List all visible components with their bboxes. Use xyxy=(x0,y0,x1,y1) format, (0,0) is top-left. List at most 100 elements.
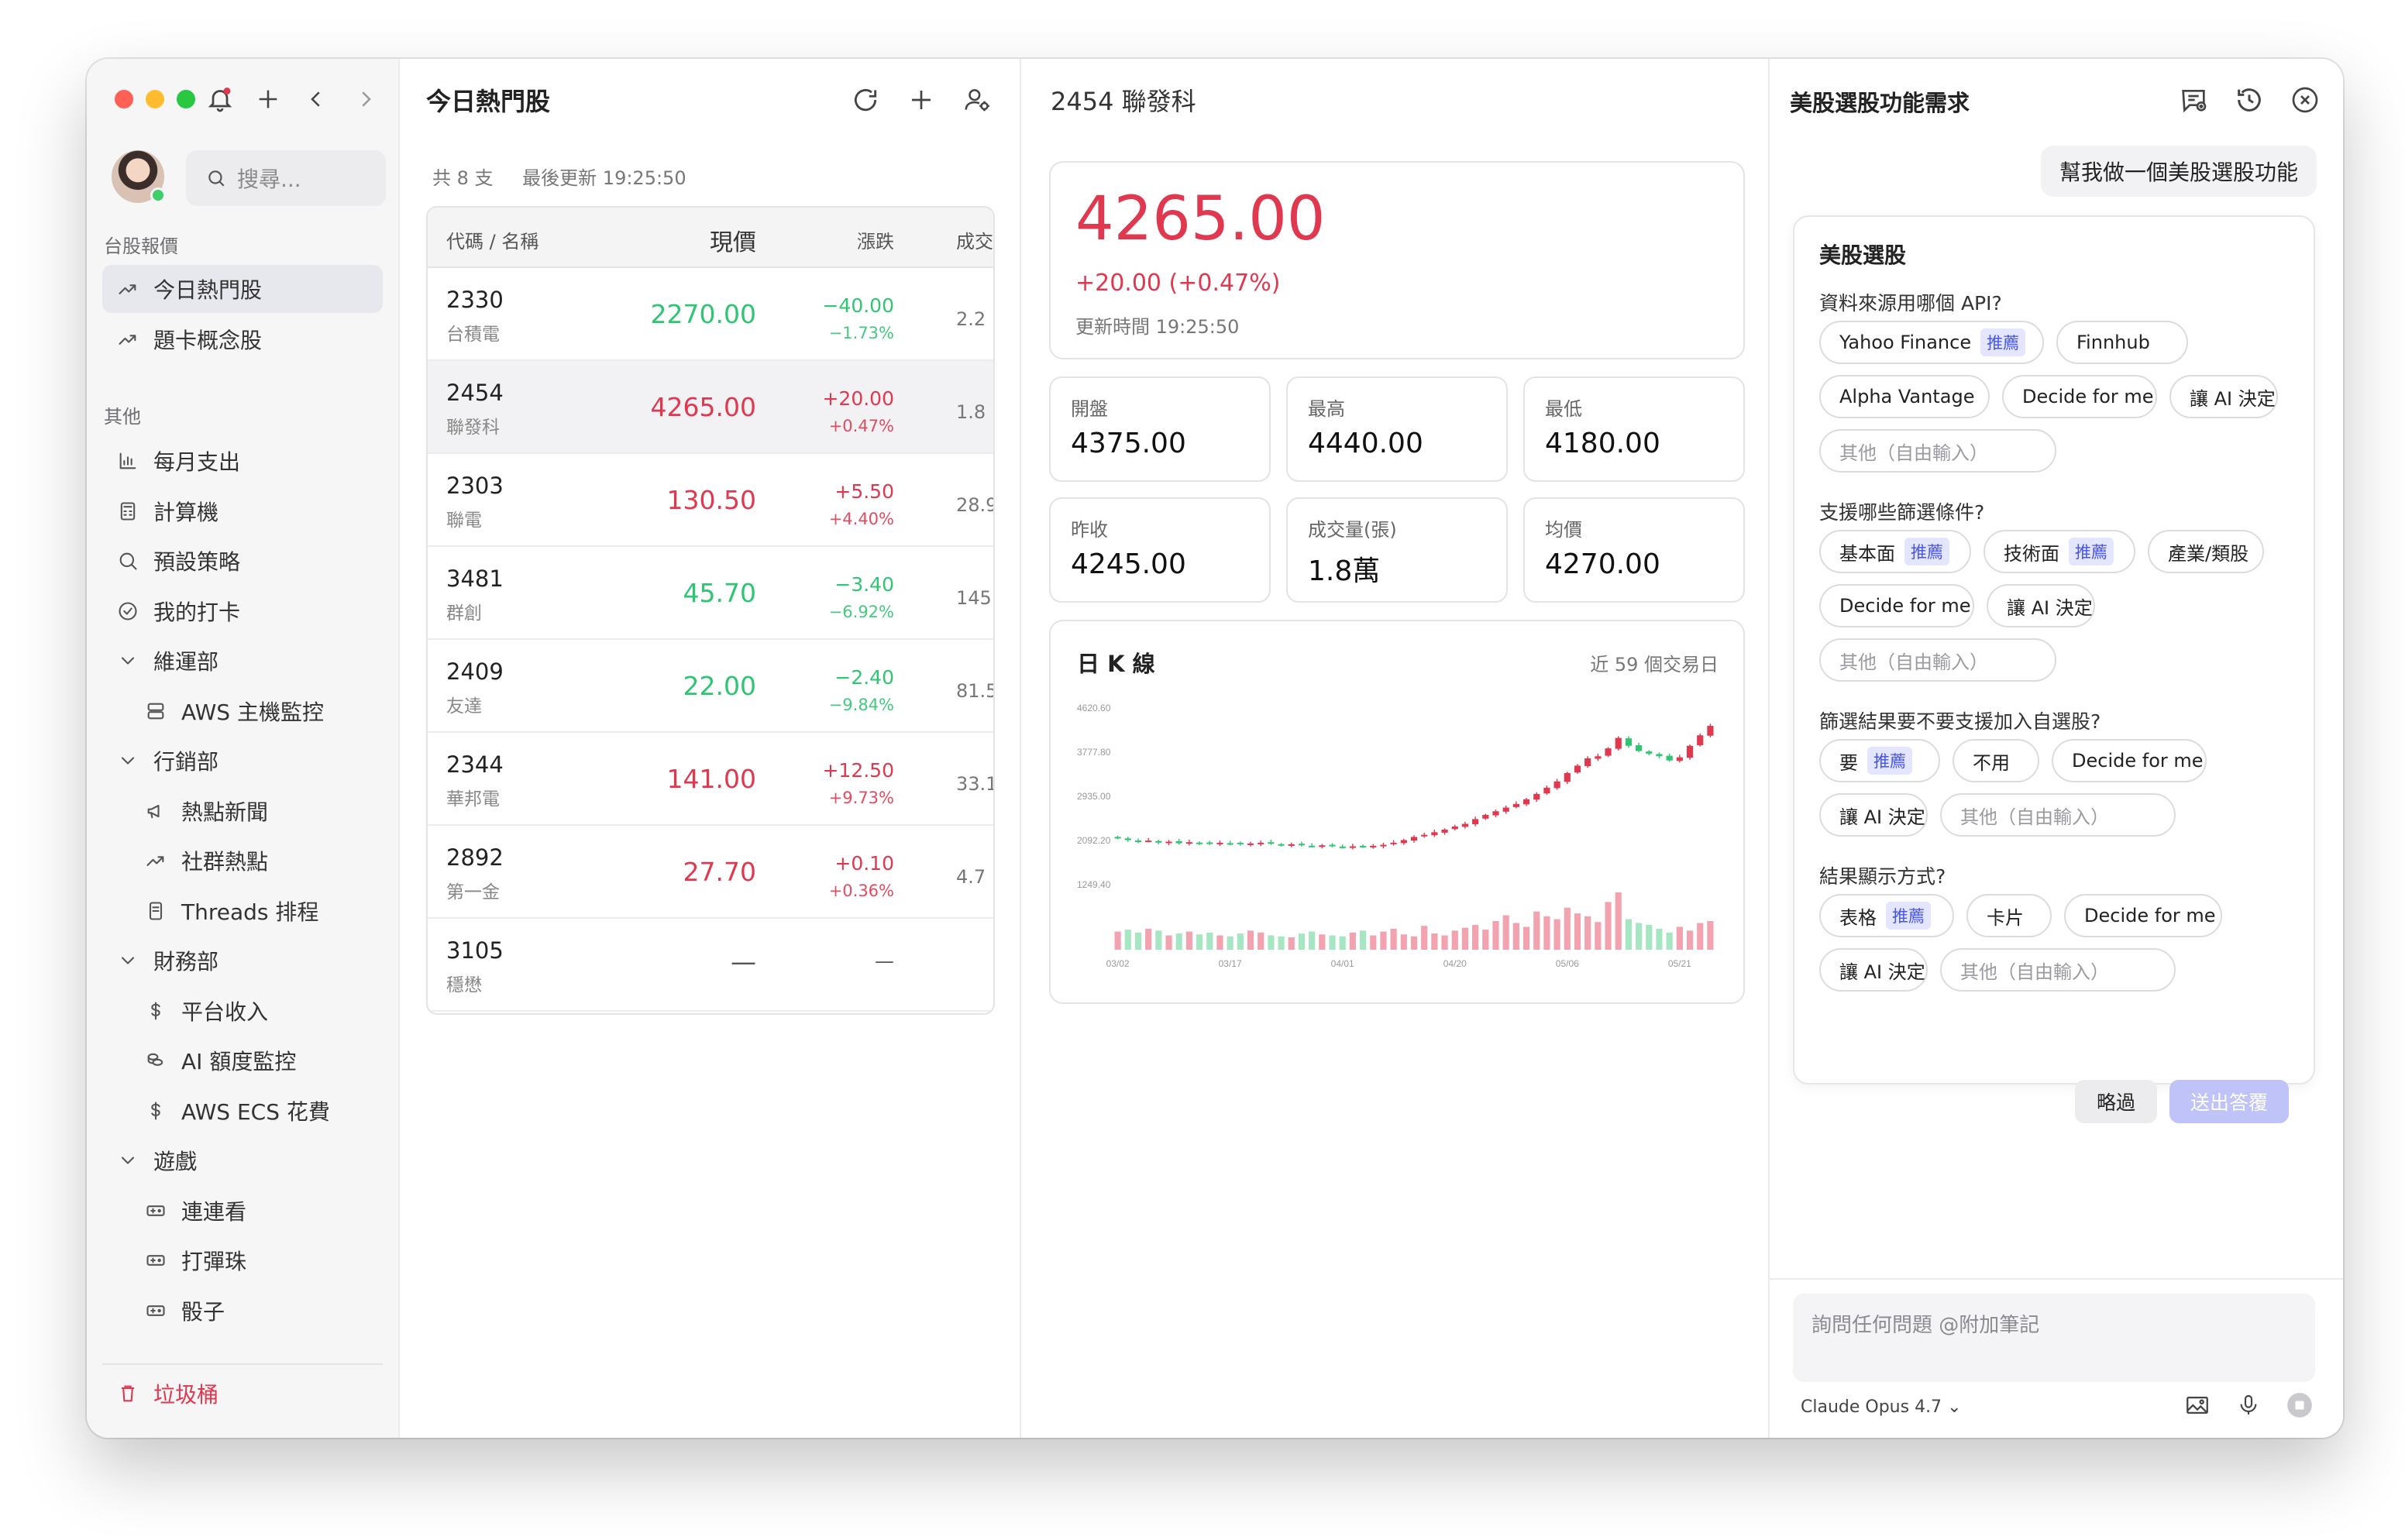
other-input[interactable]: 其他（自由輸入） xyxy=(1940,948,2176,992)
microphone-icon[interactable] xyxy=(2233,1390,2264,1421)
stock-volume: 33.1 xyxy=(956,773,995,795)
option-chip[interactable]: 技術面 推薦 xyxy=(1984,530,2135,573)
sidebar-item-trash[interactable]: 垃圾桶 xyxy=(102,1370,383,1418)
sidebar-item-items_other-5[interactable]: AWS 主機監控 xyxy=(102,687,383,735)
update-time: 更新時間 19:25:50 xyxy=(1075,316,1240,338)
sidebar-item-items_other-10[interactable]: 財務部 xyxy=(102,937,383,985)
candle-body xyxy=(1482,815,1489,819)
close-icon[interactable] xyxy=(2284,79,2326,121)
sidebar-item-items_other-15[interactable]: 連連看 xyxy=(102,1187,383,1235)
back-icon[interactable] xyxy=(296,79,336,119)
table-row[interactable]: 2344 華邦電 141.00 +12.50 +9.73% 33.1 xyxy=(428,733,993,826)
sidebar-item-items_other-9[interactable]: Threads 排程 xyxy=(102,887,383,935)
sidebar-item-items_other-12[interactable]: AI 額度監控 xyxy=(102,1036,383,1085)
header-change[interactable]: 漲跌 xyxy=(857,226,894,253)
volume-bar xyxy=(1697,923,1704,950)
volume-bar xyxy=(1543,916,1550,950)
other-input[interactable]: 其他（自由輸入） xyxy=(1819,638,2056,682)
table-row[interactable]: 2330 台積電 2270.00 −40.00 −1.73% 2.2 xyxy=(428,268,993,361)
x-tick-label: 03/02 xyxy=(1106,958,1130,969)
option-chip[interactable]: 讓 AI 決定 xyxy=(1987,584,2095,627)
sidebar-item-label: AWS 主機監控 xyxy=(181,699,324,725)
user-settings-icon[interactable] xyxy=(956,79,998,121)
stock-code: 2303 xyxy=(446,473,504,499)
close-window-button[interactable] xyxy=(115,90,133,108)
skip-button[interactable]: 略過 xyxy=(2075,1080,2157,1123)
sidebar-item-items_other-8[interactable]: 社群熱點 xyxy=(102,837,383,885)
question-label: 結果顯示方式? xyxy=(1819,865,1946,888)
sidebar-item-items_other-6[interactable]: 行銷部 xyxy=(102,737,383,785)
document-icon xyxy=(143,898,169,924)
candle-body xyxy=(1329,844,1336,847)
send-answer-button[interactable]: 送出答覆 xyxy=(2169,1080,2289,1123)
sidebar-item-items_other-11[interactable]: 平台收入 xyxy=(102,987,383,1035)
option-chip[interactable]: 產業/類股 xyxy=(2148,530,2264,573)
sidebar-item-items_other-7[interactable]: 熱點新聞 xyxy=(102,787,383,835)
table-row[interactable]: 3105 穩懋 — — xyxy=(428,919,993,1012)
kline-chart[interactable]: 4620.60 3777.80 2935.00 2092.20 1249.40 03/02… xyxy=(1051,621,1746,1005)
bell-icon[interactable] xyxy=(200,79,240,119)
header-price[interactable]: 現價 xyxy=(710,223,756,257)
header-code[interactable]: 代碼 / 名稱 xyxy=(446,226,538,253)
sidebar-item-items_other-17[interactable]: 骰子 xyxy=(102,1287,383,1335)
option-chip[interactable]: 讓 AI 決定 xyxy=(1819,948,1928,992)
stock-code: 2454 xyxy=(446,380,504,406)
option-chip[interactable]: 讓 AI 決定 xyxy=(1819,793,1928,837)
table-row[interactable]: 2454 聯發科 4265.00 +20.00 +0.47% 1.8 xyxy=(428,361,993,454)
header-volume[interactable]: 成交 xyxy=(956,226,993,253)
candle-body xyxy=(1595,756,1602,759)
sidebar-item-items_other-16[interactable]: 打彈珠 xyxy=(102,1236,383,1284)
option-label: Decide for me xyxy=(2072,750,2204,772)
option-chip[interactable]: Finnhub xyxy=(2056,321,2188,364)
volume-bar xyxy=(1124,930,1131,950)
table-row[interactable]: 2409 友達 22.00 −2.40 −9.84% 81.5 xyxy=(428,640,993,733)
option-chip[interactable]: Yahoo Finance 推薦 xyxy=(1819,321,2044,364)
image-icon[interactable] xyxy=(2182,1390,2213,1421)
forward-icon[interactable] xyxy=(346,79,386,119)
chat-input[interactable]: 詢問任何問題 @附加筆記 xyxy=(1793,1294,2315,1382)
stock-volume: 145.2 xyxy=(956,587,993,609)
sidebar-item-items_other-3[interactable]: 我的打卡 xyxy=(102,587,383,635)
stat-card: 均價 4270.00 xyxy=(1523,497,1745,603)
sidebar-item-items_other-4[interactable]: 維運部 xyxy=(102,637,383,685)
option-chip[interactable]: 卡片 xyxy=(1966,894,2052,937)
candle-body xyxy=(1533,793,1540,800)
option-chip[interactable]: Decide for me xyxy=(2064,894,2222,937)
refresh-icon[interactable] xyxy=(845,79,886,121)
stop-icon[interactable] xyxy=(2284,1390,2315,1421)
sidebar-item-items_other-14[interactable]: 遊戲 xyxy=(102,1136,383,1184)
sidebar-item-items_other-0[interactable]: 每月支出 xyxy=(102,437,383,485)
sidebar-item-label: Threads 排程 xyxy=(181,899,319,925)
search-input[interactable]: 搜尋... xyxy=(186,150,386,206)
minimize-window-button[interactable] xyxy=(146,90,164,108)
sidebar-item-items_other-13[interactable]: AWS ECS 花費 xyxy=(102,1087,383,1135)
option-chip[interactable]: Decide for me xyxy=(2052,739,2207,782)
option-chip[interactable]: 要推薦 xyxy=(1819,739,1940,782)
option-chip[interactable]: Decide for me xyxy=(2002,375,2157,418)
recommended-badge: 推薦 xyxy=(1980,328,2026,356)
model-selector[interactable]: Claude Opus 4.7 ⌄ xyxy=(1801,1397,1962,1417)
history-icon[interactable] xyxy=(2228,79,2270,121)
option-chip[interactable]: 不用 xyxy=(1953,739,2039,782)
other-input[interactable]: 其他（自由輸入） xyxy=(1819,429,2056,473)
option-chip[interactable]: 表格 推薦 xyxy=(1819,894,1954,937)
sidebar-item-items_other-1[interactable]: 計算機 xyxy=(102,487,383,535)
new-chat-icon[interactable] xyxy=(2173,79,2214,121)
option-chip[interactable]: 讓 AI 決定 xyxy=(2169,375,2278,418)
plus-icon[interactable] xyxy=(248,79,288,119)
sidebar-item-items_other-2[interactable]: 預設策略 xyxy=(102,537,383,585)
table-row[interactable]: 3481 群創 45.70 −3.40 −6.92% 145.2 xyxy=(428,547,993,640)
volume-bar xyxy=(1707,921,1714,950)
chevron-down-icon xyxy=(115,748,141,774)
sidebar-item-items_quotes-0[interactable]: 今日熱門股 xyxy=(102,265,383,313)
zoom-window-button[interactable] xyxy=(177,90,195,108)
option-chip[interactable]: 基本面 推薦 xyxy=(1819,530,1971,573)
other-input[interactable]: 其他（自由輸入） xyxy=(1940,793,2176,837)
add-icon[interactable] xyxy=(900,79,942,121)
sidebar-item-items_quotes-1[interactable]: 題卡概念股 xyxy=(102,315,383,363)
sidebar-item-label: 預設策略 xyxy=(153,549,241,575)
table-row[interactable]: 2892 第一金 27.70 +0.10 +0.36% 4.7 xyxy=(428,826,993,919)
option-chip[interactable]: Alpha Vantage xyxy=(1819,375,1990,418)
option-chip[interactable]: Decide for me xyxy=(1819,584,1974,627)
table-row[interactable]: 2303 聯電 130.50 +5.50 +4.40% 28.9 xyxy=(428,454,993,547)
